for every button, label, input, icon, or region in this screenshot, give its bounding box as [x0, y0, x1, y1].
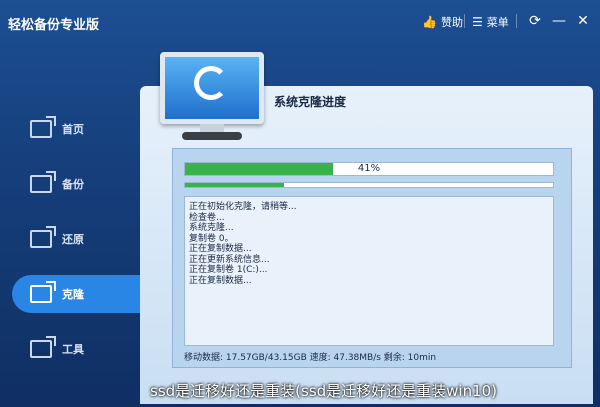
- tools-icon: [30, 336, 56, 358]
- sponsor-label: 赞助: [440, 16, 463, 29]
- sidebar-item-label: 克隆: [62, 288, 84, 301]
- log-line: 复制卷 0。: [189, 233, 234, 244]
- close-icon[interactable]: ✕: [574, 12, 592, 30]
- log-line: 检查卷...: [189, 212, 225, 223]
- title-bar: 轻松备份专业版 👍 赞助 ☰ 菜单 ⟳ — ✕: [0, 0, 600, 44]
- restore-icon: [30, 226, 56, 248]
- app-window: 轻松备份专业版 👍 赞助 ☰ 菜单 ⟳ — ✕ 首页 备份 还原 克隆 工具 系…: [0, 0, 600, 407]
- toolbar-divider: [516, 14, 517, 28]
- monitor-gear-icon: [160, 52, 264, 142]
- log-line: 正在复制数据...: [189, 275, 252, 286]
- sidebar-item-home[interactable]: 首页: [0, 112, 140, 146]
- log-line: 正在更新系统信息...: [189, 254, 270, 265]
- menu-icon: ☰: [472, 15, 483, 29]
- menu-label: 菜单: [486, 16, 509, 29]
- sponsor-button[interactable]: 👍 赞助: [422, 14, 463, 30]
- refresh-icon[interactable]: ⟳: [526, 12, 544, 30]
- sidebar-item-label: 备份: [62, 178, 84, 191]
- menu-button[interactable]: ☰ 菜单: [472, 14, 509, 30]
- log-line: 正在复制卷 1(C:)...: [189, 265, 268, 275]
- sidebar-item-tools[interactable]: 工具: [0, 332, 140, 366]
- status-text: 移动数据: 17.57GB/43.15GB 速度: 47.38MB/s 剩余: …: [184, 353, 437, 363]
- minimize-icon[interactable]: —: [550, 12, 568, 30]
- clone-log[interactable]: 正在初始化克隆，请稍等... 检查卷... 系统克隆... 复制卷 0。 正在复制数据.…: [184, 196, 554, 346]
- sidebar-item-restore[interactable]: 还原: [0, 222, 140, 256]
- thumbs-up-icon: 👍: [422, 15, 437, 29]
- clone-icon: [30, 281, 56, 303]
- log-line: 正在复制数据...: [189, 244, 252, 254]
- sidebar-item-label: 首页: [62, 123, 84, 136]
- app-title: 轻松备份专业版: [8, 18, 100, 33]
- sidebar-item-backup[interactable]: 备份: [0, 167, 140, 201]
- sidebar-item-label: 工具: [62, 343, 84, 356]
- gear-icon: [194, 66, 228, 100]
- log-line: 正在初始化克隆，请稍等...: [189, 202, 297, 212]
- overall-progress-bar: 41%: [184, 162, 554, 176]
- progress-percent: 41%: [357, 163, 381, 174]
- caption-overlay: ssd是迁移好还是重装(ssd是迁移好还是重装win10): [150, 382, 498, 400]
- backup-icon: [30, 171, 56, 193]
- sidebar-item-label: 还原: [62, 233, 84, 246]
- sub-progress-bar: [184, 182, 554, 188]
- monitor-base: [182, 132, 242, 140]
- log-line: 系统克隆...: [189, 223, 234, 233]
- sub-progress-fill: [185, 183, 285, 187]
- toolbar-divider: [464, 14, 465, 28]
- home-icon: [30, 116, 56, 138]
- page-title: 系统克隆进度: [274, 95, 347, 109]
